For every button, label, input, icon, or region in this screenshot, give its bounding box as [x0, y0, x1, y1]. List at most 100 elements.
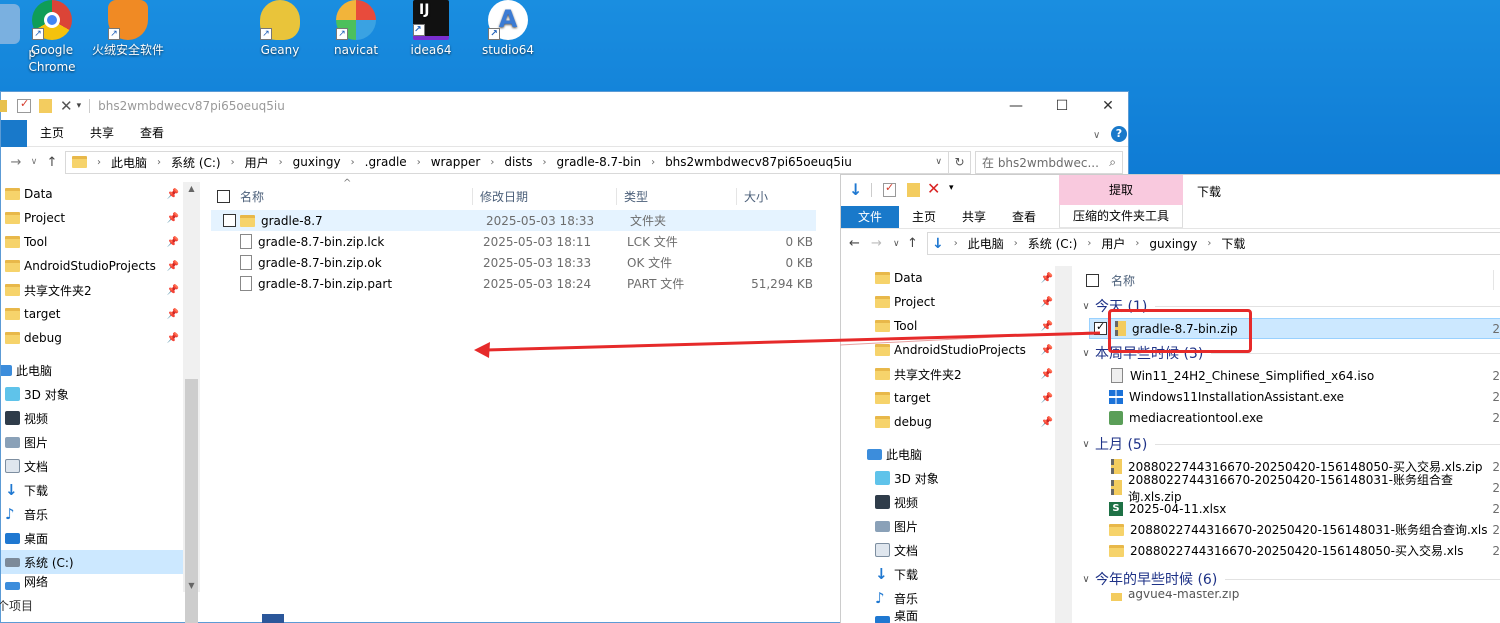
select-all-checkbox[interactable] — [217, 189, 230, 203]
address-bar[interactable]: ↓ › 此电脑 › 系统 (C:) › 用户 › guxingy › 下载 — [927, 232, 1500, 255]
tab-share[interactable]: 共享 — [949, 208, 999, 225]
properties-icon[interactable]: ✓ — [883, 181, 896, 197]
tab-file[interactable]: 文件 — [841, 205, 899, 228]
maximize-button[interactable]: ☐ — [1039, 92, 1085, 120]
breadcrumb-item[interactable]: wrapper — [431, 155, 481, 169]
breadcrumb-item[interactable]: 此电脑 — [968, 235, 1004, 252]
chevron-right-icon[interactable]: › — [279, 157, 283, 168]
nav-item-network[interactable]: 网络 — [1, 574, 199, 590]
tab-view[interactable]: 查看 — [999, 208, 1049, 225]
column-size[interactable]: 大小 — [736, 187, 806, 205]
up-arrow-icon[interactable]: ↑ — [907, 236, 927, 251]
new-folder-icon[interactable] — [39, 99, 52, 113]
pin-icon[interactable]: 📌 — [1041, 321, 1053, 332]
pin-icon[interactable]: 📌 — [1041, 417, 1053, 428]
pin-icon[interactable]: 📌 — [1041, 345, 1053, 356]
pin-icon[interactable]: 📌 — [1041, 297, 1053, 308]
desktop-icon-huorong[interactable]: ↗ 火绒安全软件 — [90, 0, 166, 59]
chevron-right-icon[interactable]: › — [1014, 238, 1018, 249]
nav-item-3d-objects[interactable]: 3D 对象 — [1, 382, 199, 406]
back-arrow-icon[interactable]: ← — [849, 236, 871, 251]
address-bar[interactable]: › 此电脑 › 系统 (C:) › 用户 › guxingy › .gradle › wr… — [65, 150, 949, 174]
properties-icon[interactable]: ✓ — [17, 97, 31, 113]
recent-dropdown-icon[interactable]: ∨ — [893, 239, 907, 249]
chevron-right-icon[interactable]: › — [1207, 238, 1211, 249]
delete-icon[interactable]: ✕ — [927, 179, 940, 198]
breadcrumb-item[interactable]: 用户 — [1101, 235, 1125, 252]
nav-item-pictures[interactable]: 图片 — [871, 514, 1055, 538]
breadcrumb-item[interactable]: .gradle — [365, 155, 407, 169]
breadcrumb-item[interactable]: dists — [504, 155, 532, 169]
chevron-right-icon[interactable]: › — [417, 157, 421, 168]
recent-dropdown-icon[interactable]: ∨ — [27, 157, 41, 167]
chevron-down-icon[interactable]: ∨ — [1079, 574, 1093, 585]
chevron-down-icon[interactable]: ∨ — [1079, 348, 1093, 359]
file-row[interactable]: 2088022744316670-20250420-156148031-账务组合… — [1079, 473, 1500, 504]
desktop-icon-geany[interactable]: ↗ Geany — [242, 0, 318, 59]
file-row[interactable]: Windows11InstallationAssistant.exe 2 — [1079, 386, 1500, 407]
desktop-icon-studio[interactable]: A ↗ studio64 — [470, 0, 546, 59]
address-dropdown-icon[interactable]: ∨ — [935, 157, 942, 167]
quick-access-dropdown-icon[interactable]: ▾ — [77, 101, 82, 111]
close-button[interactable]: ✕ — [1085, 92, 1131, 120]
chevron-down-icon[interactable]: ∨ — [1079, 439, 1093, 450]
column-name[interactable]: 名称 — [230, 188, 472, 205]
group-header-earlier-this-year[interactable]: ∨ 今年的早些时候 (6) — [1079, 567, 1500, 591]
nav-item-tool[interactable]: Tool 📌 — [871, 314, 1055, 338]
file-row[interactable]: gradle-8.7 2025-05-03 18:33 文件夹 — [211, 210, 816, 231]
breadcrumb-item[interactable]: gradle-8.7-bin — [557, 155, 642, 169]
breadcrumb-item[interactable]: guxingy — [293, 155, 341, 169]
chevron-right-icon[interactable]: › — [954, 238, 958, 249]
expand-ribbon-icon[interactable]: ∨ — [1093, 130, 1100, 141]
file-row[interactable]: S 2025-04-11.xlsx 2 — [1079, 498, 1500, 519]
pin-icon[interactable]: 📌 — [1041, 393, 1053, 404]
chevron-right-icon[interactable]: › — [157, 157, 161, 168]
group-header-last-month[interactable]: ∨ 上月 (5) — [1079, 432, 1500, 456]
chevron-right-icon[interactable]: › — [351, 157, 355, 168]
row-checkbox[interactable] — [223, 214, 236, 227]
forward-arrow-icon[interactable]: → — [5, 155, 27, 170]
pin-icon[interactable]: 📌 — [1041, 273, 1053, 284]
pin-icon[interactable]: 📌 — [167, 261, 179, 272]
refresh-icon[interactable]: ↻ — [949, 150, 971, 174]
nav-item-system-c[interactable]: 系统 (C:) — [1, 550, 199, 574]
nav-scrollbar[interactable]: ▲ ▼ — [183, 182, 200, 623]
chevron-right-icon[interactable]: › — [490, 157, 494, 168]
forward-arrow-icon[interactable]: → — [871, 236, 893, 251]
desktop-icon-chrome[interactable]: ↗ Google Chrome — [14, 0, 90, 76]
nav-item-data[interactable]: Data 📌 — [871, 266, 1055, 290]
desktop-icon-idea[interactable]: IJ ↗ idea64 — [393, 0, 469, 59]
pin-icon[interactable]: 📌 — [167, 285, 179, 296]
scroll-down-icon[interactable]: ▼ — [183, 581, 200, 590]
help-icon[interactable]: ? — [1111, 126, 1127, 142]
quick-access-dropdown-icon[interactable]: ▾ — [949, 183, 954, 193]
file-row[interactable]: mediacreationtool.exe 2 — [1079, 407, 1500, 428]
desktop-icon-navicat[interactable]: ↗ navicat — [318, 0, 394, 59]
pin-icon[interactable]: 📌 — [167, 333, 179, 344]
nav-item-desktop[interactable]: 桌面 — [1, 526, 199, 550]
column-date[interactable]: 修改日期 — [472, 187, 616, 205]
tab-home[interactable]: 主页 — [899, 208, 949, 225]
nav-item-target[interactable]: target 📌 — [1, 302, 199, 326]
file-row[interactable]: 2088022744316670-20250420-156148050-买入交易… — [1079, 540, 1500, 561]
nav-item-target[interactable]: target 📌 — [871, 386, 1055, 410]
nav-item-desktop[interactable]: 桌面 — [871, 610, 1055, 623]
new-folder-icon[interactable] — [907, 183, 920, 197]
column-type[interactable]: 类型 — [616, 187, 736, 205]
nav-item-videos[interactable]: 视频 — [871, 490, 1055, 514]
nav-item-shared-folder2[interactable]: 共享文件夹2 📌 — [1, 278, 199, 302]
nav-item-downloads[interactable]: ↓ 下载 — [1, 478, 199, 502]
file-row[interactable]: Win11_24H2_Chinese_Simplified_x64.iso 2 — [1079, 365, 1500, 386]
row-checkbox[interactable]: ✓ — [1094, 320, 1107, 335]
tab-view[interactable]: 查看 — [127, 120, 177, 147]
pin-icon[interactable]: 📌 — [167, 237, 179, 248]
breadcrumb-item[interactable]: bhs2wmbdwecv87pi65oeuq5iu — [665, 155, 852, 169]
chevron-right-icon[interactable]: › — [1135, 238, 1139, 249]
tab-home[interactable]: 主页 — [27, 120, 77, 147]
minimize-button[interactable]: — — [993, 92, 1039, 120]
breadcrumb-item[interactable]: 下载 — [1221, 235, 1245, 252]
breadcrumb-item[interactable]: 系统 (C:) — [171, 154, 221, 171]
nav-item-documents[interactable]: 文档 — [871, 538, 1055, 562]
chevron-right-icon[interactable]: › — [1087, 238, 1091, 249]
chevron-right-icon[interactable]: › — [97, 157, 101, 168]
